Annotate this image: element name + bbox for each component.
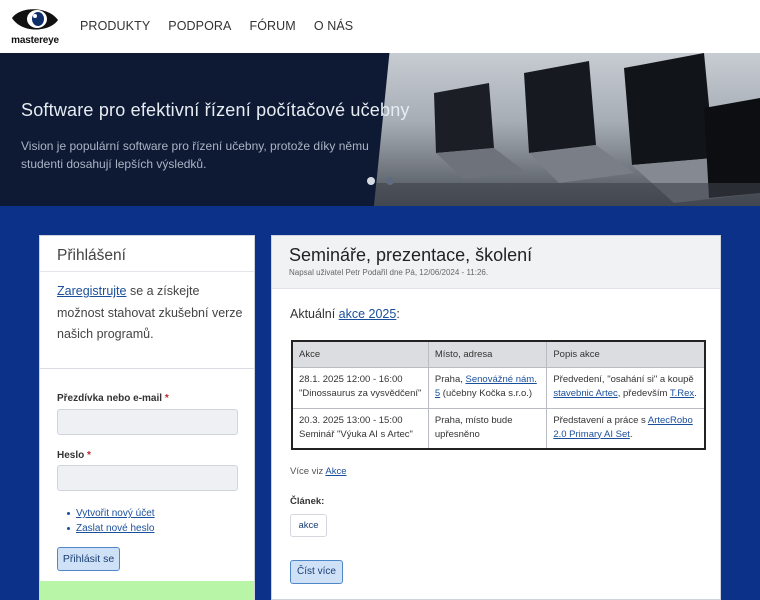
main-nav: PRODUKTY PODPORA FÓRUM O NÁS (80, 19, 371, 33)
article-title[interactable]: Semináře, prezentace, školení (289, 245, 532, 266)
desc-suffix: . (629, 428, 633, 440)
nav-item-produkty[interactable]: PRODUKTY (80, 19, 150, 33)
events-table: Akce Místo, adresa Popis akce 28.1. 2025… (291, 340, 706, 450)
login-panel-footer (40, 581, 254, 600)
required-mark: * (164, 393, 169, 404)
desc-prefix: Předvedení, "osahání si" a koupě (553, 373, 694, 385)
read-more-button[interactable]: Číst více (290, 560, 343, 584)
desc-prefix: Představení a práce s (553, 414, 648, 426)
cell-akce: 28.1. 2025 12:00 - 16:00 "Dinossaurus za … (291, 366, 429, 409)
reset-password-link[interactable]: Zaslat nové heslo (76, 523, 154, 534)
site-header: mastereye PRODUKTY PODPORA FÓRUM O NÁS (0, 0, 760, 53)
login-panel: Přihlášení Zaregistrujte se a získejte m… (39, 235, 255, 600)
username-label-text: Přezdívka nebo e-mail (57, 393, 163, 404)
akce-link[interactable]: Akce (325, 466, 346, 477)
password-input[interactable] (57, 465, 238, 491)
aktual-suffix: : (396, 307, 400, 321)
table-header-row: Akce Místo, adresa Popis akce (291, 340, 706, 368)
desc-mid: , především (617, 387, 670, 399)
trex-link[interactable]: T.Rex (670, 388, 694, 399)
list-item: Vytvořit nový účet (67, 506, 155, 521)
site-logo[interactable]: mastereye (8, 6, 62, 48)
carousel-dots (367, 172, 401, 190)
nav-item-forum[interactable]: FÓRUM (249, 19, 295, 33)
banner-title: Software pro efektivní řízení počítačové… (21, 100, 410, 120)
password-label-text: Heslo (57, 450, 85, 461)
cell-popis: Představení a práce s ArtecRobo 2.0 Prim… (546, 407, 706, 450)
login-title: Přihlášení (57, 247, 126, 264)
column-header-akce: Akce (291, 340, 429, 368)
divider (40, 368, 254, 369)
article-aktual: Aktuální akce 2025: (290, 307, 400, 321)
column-header-misto: Místo, adresa (427, 340, 548, 368)
eye-logo-icon (12, 9, 58, 30)
login-links: Vytvořit nový účet Zaslat nové heslo (67, 506, 155, 536)
article-panel: Semináře, prezentace, školení Napsal uži… (271, 235, 721, 600)
column-header-popis: Popis akce (546, 340, 706, 368)
tag-akce[interactable]: akce (290, 514, 327, 537)
nav-item-o-nas[interactable]: O NÁS (314, 19, 353, 33)
cell-akce: 20.3. 2025 13:00 - 15:00 Seminář "Výuka A… (291, 407, 429, 450)
event-date: 20.3. 2025 13:00 - 15:00 (299, 414, 403, 426)
hero-banner: Software pro efektivní řízení počítačové… (0, 53, 760, 206)
cell-misto: Praha, Senovážné nám. 5 (učebny Kočka s.… (427, 366, 548, 409)
cell-popis: Předvedení, "osahání si" a koupě stavebn… (546, 366, 706, 409)
cell-misto: Praha, místo bude upřesněno (427, 407, 548, 450)
table-row: 20.3. 2025 13:00 - 15:00 Seminář "Výuka A… (291, 407, 706, 450)
desc-suffix: . (694, 387, 697, 399)
akce-2025-link[interactable]: akce 2025 (339, 307, 397, 321)
list-item: Zaslat nové heslo (67, 521, 155, 536)
nav-item-podpora[interactable]: PODPORA (168, 19, 231, 33)
divider (40, 271, 254, 272)
event-name: Seminář "Výuka AI s Artec" (299, 428, 413, 440)
article-tag-label: Článek: (290, 496, 325, 507)
register-link[interactable]: Zaregistrujte (57, 284, 126, 298)
place-suffix: (učebny Kočka s.r.o.) (440, 387, 533, 399)
event-name: "Dinossaurus za vysvědčení" (299, 387, 422, 399)
password-label: Heslo * (57, 450, 91, 461)
login-intro: Zaregistrujte se a získejte možnost stah… (57, 281, 247, 346)
required-mark: * (87, 450, 91, 461)
aktual-prefix: Aktuální (290, 307, 339, 321)
create-account-link[interactable]: Vytvořit nový účet (76, 508, 155, 519)
banner-text: Vision je populární software pro řízení … (21, 139, 369, 171)
carousel-dot-2[interactable] (386, 177, 395, 185)
article-header: Semináře, prezentace, školení Napsal uži… (272, 236, 720, 289)
article-meta: Napsal uživatel Petr Podařil dne Pá, 12/… (289, 268, 489, 277)
username-label: Přezdívka nebo e-mail * (57, 393, 169, 404)
more-info: Více viz Akce (290, 466, 347, 477)
username-input[interactable] (57, 409, 238, 435)
table-row: 28.1. 2025 12:00 - 16:00 "Dinossaurus za … (291, 366, 706, 409)
login-button[interactable]: Přihlásit se (57, 547, 120, 571)
event-date: 28.1. 2025 12:00 - 16:00 (299, 373, 403, 385)
banner-photo-laptops (374, 53, 760, 206)
artec-link[interactable]: stavebnic Artec (553, 388, 617, 399)
more-prefix: Více viz (290, 466, 326, 477)
carousel-dot-1[interactable] (367, 177, 375, 185)
place-prefix: Praha, (434, 373, 466, 385)
logo-text: mastereye (11, 35, 59, 46)
